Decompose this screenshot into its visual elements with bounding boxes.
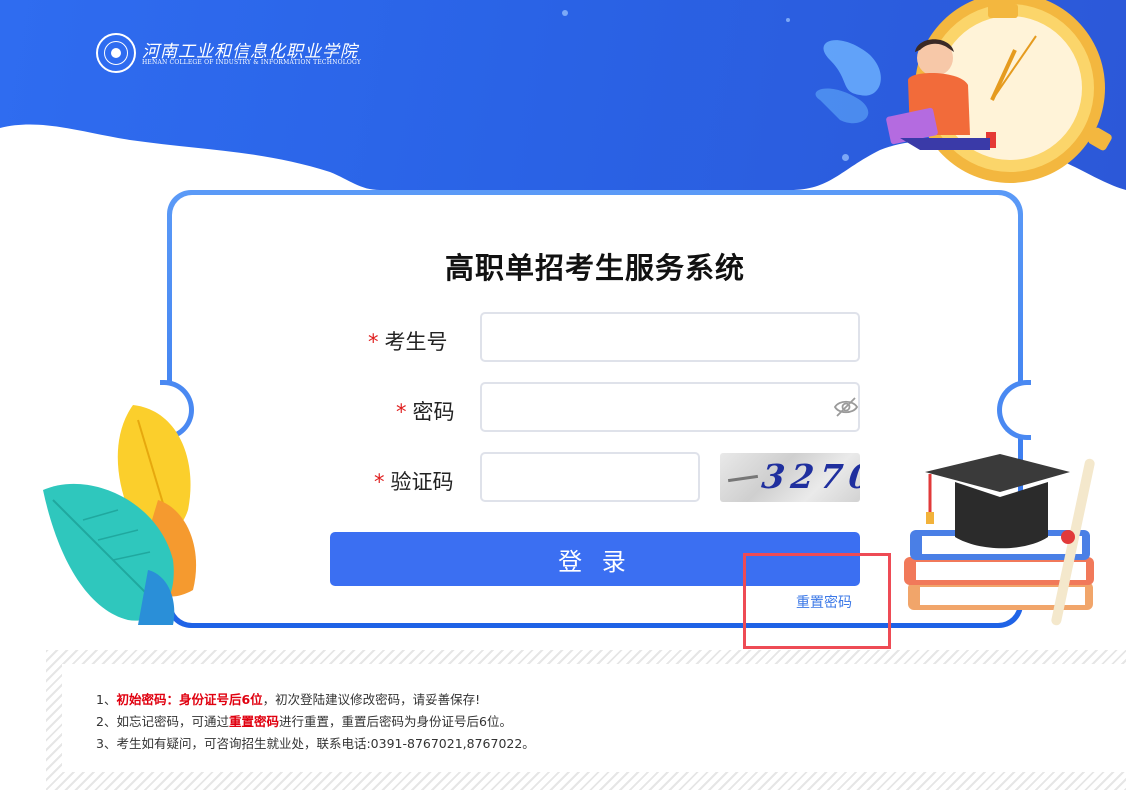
password-label: * 密码 — [396, 396, 455, 426]
student-id-label-text: 考生号 — [384, 330, 448, 354]
captcha-label: * 验证码 — [374, 466, 454, 496]
captcha-noise-line — [727, 474, 759, 483]
captcha-input[interactable] — [480, 452, 700, 502]
school-logo: 河南工业和信息化职业学院 HENAN COLLEGE OF INDUSTRY &… — [96, 33, 361, 77]
decor-dot — [562, 10, 568, 16]
books-graduation-illustration — [904, 454, 1095, 626]
notice-line-2-rest: 进行重置，重置后密码为身份证号后6位。 — [278, 714, 512, 729]
password-label-text: 密码 — [412, 400, 455, 424]
page-title: 高职单招考生服务系统 — [444, 251, 745, 285]
password-input[interactable] — [480, 382, 860, 432]
reset-password-link[interactable]: 重置密码 — [796, 592, 852, 612]
student-id-label: * 考生号 — [368, 326, 448, 356]
notice-line-1-prefix: 1、 — [96, 692, 117, 707]
leaves-illustration — [43, 405, 197, 625]
captcha-code: 3270 — [759, 457, 860, 496]
notice-line-1-highlight: 初始密码：身份证号后6位 — [116, 692, 263, 707]
notice-line-2-prefix: 2、如忘记密码，可通过 — [96, 714, 229, 729]
login-button[interactable]: 登 录 — [330, 532, 860, 586]
captcha-label-text: 验证码 — [390, 470, 454, 494]
notice-panel: 1、初始密码：身份证号后6位，初次登陆建议修改密码，请妥善保存! 2、如忘记密码… — [46, 650, 1126, 790]
notice-line-2: 2、如忘记密码，可通过重置密码进行重置，重置后密码为身份证号后6位。 — [96, 711, 512, 730]
school-emblem-icon — [96, 33, 136, 73]
notice-line-3: 3、考生如有疑问，可咨询招生就业处，联系电话:0391-8767021,8767… — [96, 736, 535, 751]
required-mark: * — [374, 470, 385, 494]
required-mark: * — [396, 400, 407, 424]
notice-line-2-highlight: 重置密码 — [228, 714, 279, 729]
captcha-image[interactable]: 3270 — [720, 453, 860, 502]
decor-dot — [786, 18, 790, 22]
clock-student-illustration — [815, 0, 1112, 183]
required-mark: * — [368, 330, 379, 354]
student-id-input[interactable] — [480, 312, 860, 362]
school-name-en: HENAN COLLEGE OF INDUSTRY & INFORMATION … — [142, 59, 362, 66]
notice-line-1: 1、初始密码：身份证号后6位，初次登陆建议修改密码，请妥善保存! — [96, 689, 480, 708]
eye-off-icon[interactable] — [833, 395, 859, 419]
notice-line-1-rest: ，初次登陆建议修改密码，请妥善保存! — [262, 692, 481, 707]
